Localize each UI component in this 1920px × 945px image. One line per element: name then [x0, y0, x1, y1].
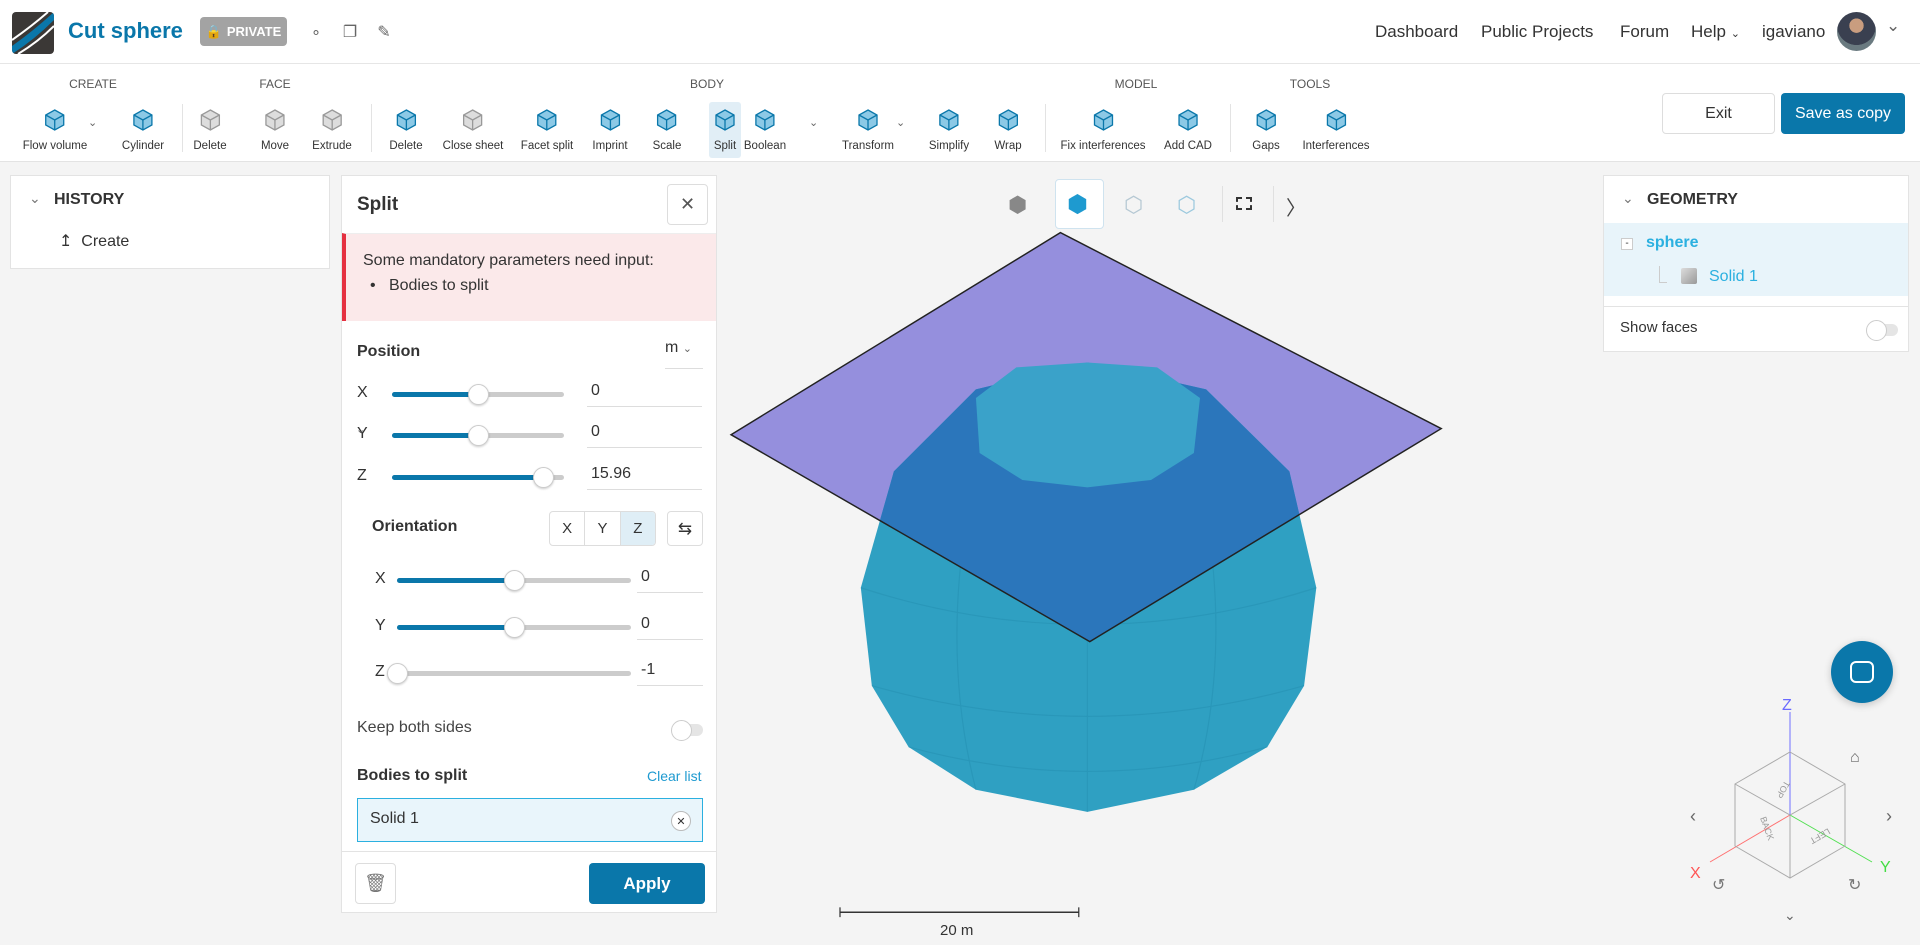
show-faces-label: Show faces	[1620, 319, 1698, 336]
orientation-y-label: Y	[375, 617, 386, 634]
y-axis	[1789, 814, 1873, 863]
position-z-input[interactable]: 15.96	[587, 457, 702, 490]
history-panel: ⌄ HISTORY ↥ Create	[10, 175, 330, 269]
history-item-label: Create	[81, 233, 130, 250]
position-label: Position	[357, 343, 421, 360]
position-x-input[interactable]: 0	[587, 374, 702, 407]
box-select-icon[interactable]	[1236, 197, 1252, 210]
orientation-collapse-icon[interactable]: ⌄	[356, 423, 365, 436]
collapse-chevron-icon[interactable]: ⌄	[1622, 190, 1634, 207]
swap-arrows-icon: ⇆	[677, 518, 693, 538]
upload-arrow-icon: ↥	[59, 233, 73, 250]
position-y-input[interactable]: 0	[587, 415, 702, 448]
home-icon[interactable]: ⌂	[1850, 749, 1860, 766]
orientation-x-input[interactable]: 0	[637, 560, 703, 593]
roll-ccw-icon[interactable]: ↺	[1712, 877, 1725, 894]
error-message: Some mandatory parameters need input:	[363, 252, 654, 269]
z-label: Z	[1782, 697, 1792, 714]
divider	[1222, 186, 1223, 222]
history-item-create[interactable]: ↥ Create	[59, 231, 129, 251]
tree-node-solid-1[interactable]: Solid 1	[1709, 268, 1758, 286]
solid-view-icon[interactable]: ⬢	[1008, 192, 1027, 218]
rotate-right-arrow-icon[interactable]: ›	[1886, 806, 1892, 826]
close-icon: ✕	[679, 194, 696, 214]
close-button[interactable]: ✕	[667, 184, 708, 225]
panel-title: Split	[357, 194, 399, 215]
trash-icon: 🗑	[364, 873, 387, 893]
orientation-z-input[interactable]: -1	[637, 653, 703, 686]
divider	[1604, 306, 1908, 307]
3d-viewport[interactable]	[0, 0, 1920, 945]
tree-collapse-icon[interactable]: -	[1621, 238, 1633, 250]
face-top[interactable]: TOP	[1774, 779, 1792, 800]
slider-handle[interactable]	[504, 617, 525, 638]
show-faces-toggle[interactable]	[1866, 320, 1898, 341]
history-title: HISTORY	[54, 191, 125, 208]
position-z-slider[interactable]	[392, 467, 564, 488]
measure-tape-icon[interactable]: 〉	[1286, 192, 1306, 221]
remove-body-icon[interactable]: ✕	[671, 811, 691, 831]
unit-select[interactable]: m ⌄	[665, 339, 703, 369]
x-label: X	[1690, 865, 1701, 882]
tree-node-sphere[interactable]: sphere	[1646, 234, 1698, 252]
transparent-view-icon[interactable]: ⬡	[1124, 192, 1143, 218]
chat-icon	[1850, 661, 1874, 683]
slider-handle[interactable]	[387, 663, 408, 684]
bodies-list-field[interactable]: Solid 1 ✕	[357, 798, 703, 842]
keep-both-sides-toggle[interactable]	[671, 720, 703, 741]
keep-both-sides-label: Keep both sides	[357, 719, 472, 736]
solid-cube-icon	[1681, 268, 1697, 284]
orientation-z-slider[interactable]	[387, 663, 631, 684]
clear-list-link[interactable]: Clear list	[647, 768, 701, 784]
position-x-label: X	[357, 384, 368, 401]
rotate-left-arrow-icon[interactable]: ‹	[1690, 806, 1696, 826]
geometry-title: GEOMETRY	[1647, 191, 1738, 208]
geometry-panel: ⌄ GEOMETRY - sphere Solid 1 Show faces	[1603, 175, 1909, 352]
rotate-down-arrow-icon[interactable]: ⌄	[1784, 907, 1796, 923]
slider-handle[interactable]	[468, 425, 489, 446]
scale-label: 20 m	[940, 922, 974, 939]
slider-handle[interactable]	[533, 467, 555, 488]
position-z-label: Z	[357, 467, 367, 484]
position-y-slider[interactable]	[392, 425, 564, 446]
y-label: Y	[1880, 859, 1891, 876]
face-left[interactable]: LEFT	[1808, 826, 1832, 846]
orientation-y-input[interactable]: 0	[637, 607, 703, 640]
flip-orientation-button[interactable]: ⇆	[667, 511, 703, 546]
bodies-to-split-label: Bodies to split	[357, 767, 468, 784]
orientation-x-label: X	[375, 570, 386, 587]
body-item: Solid 1	[370, 810, 419, 827]
orientation-y-slider[interactable]	[397, 617, 631, 638]
apply-button[interactable]: Apply	[589, 863, 705, 904]
orientation-label: Orientation	[372, 518, 458, 535]
slider-handle[interactable]	[504, 570, 525, 591]
collapse-chevron-icon[interactable]: ⌄	[29, 190, 41, 207]
wireframe-view-icon[interactable]: ⬡	[1177, 192, 1196, 218]
error-item-label: Bodies to split	[388, 277, 489, 294]
orientation-x-slider[interactable]	[397, 570, 631, 591]
orientation-y-button[interactable]: Y	[585, 512, 621, 545]
view-cube[interactable]: Z X Y TOP BACK LEFT ⌂ ‹ › ⌄ ↺ ↻	[1660, 690, 1920, 930]
cut-face	[975, 362, 1200, 488]
delete-button[interactable]: 🗑	[355, 863, 396, 904]
orientation-z-label: Z	[375, 663, 385, 680]
position-x-slider[interactable]	[392, 384, 564, 405]
tree-connector	[1659, 266, 1667, 283]
orientation-z-button[interactable]: Z	[620, 512, 655, 545]
orientation-x-button[interactable]: X	[550, 512, 586, 545]
orientation-axis-group: X Y Z	[549, 511, 656, 546]
solid-edges-view-icon[interactable]: ⬢	[1067, 190, 1088, 219]
error-alert: Some mandatory parameters need input: • …	[342, 233, 716, 321]
face-back[interactable]: BACK	[1758, 815, 1776, 841]
chevron-down-icon: ⌄	[682, 343, 692, 355]
unit-value: m	[665, 339, 679, 356]
split-panel: Split ✕ Some mandatory parameters need i…	[341, 175, 717, 913]
divider	[1273, 186, 1274, 222]
divider	[342, 851, 716, 852]
error-item: • Bodies to split	[370, 277, 489, 294]
slider-handle[interactable]	[468, 384, 489, 405]
roll-cw-icon[interactable]: ↻	[1848, 877, 1861, 894]
